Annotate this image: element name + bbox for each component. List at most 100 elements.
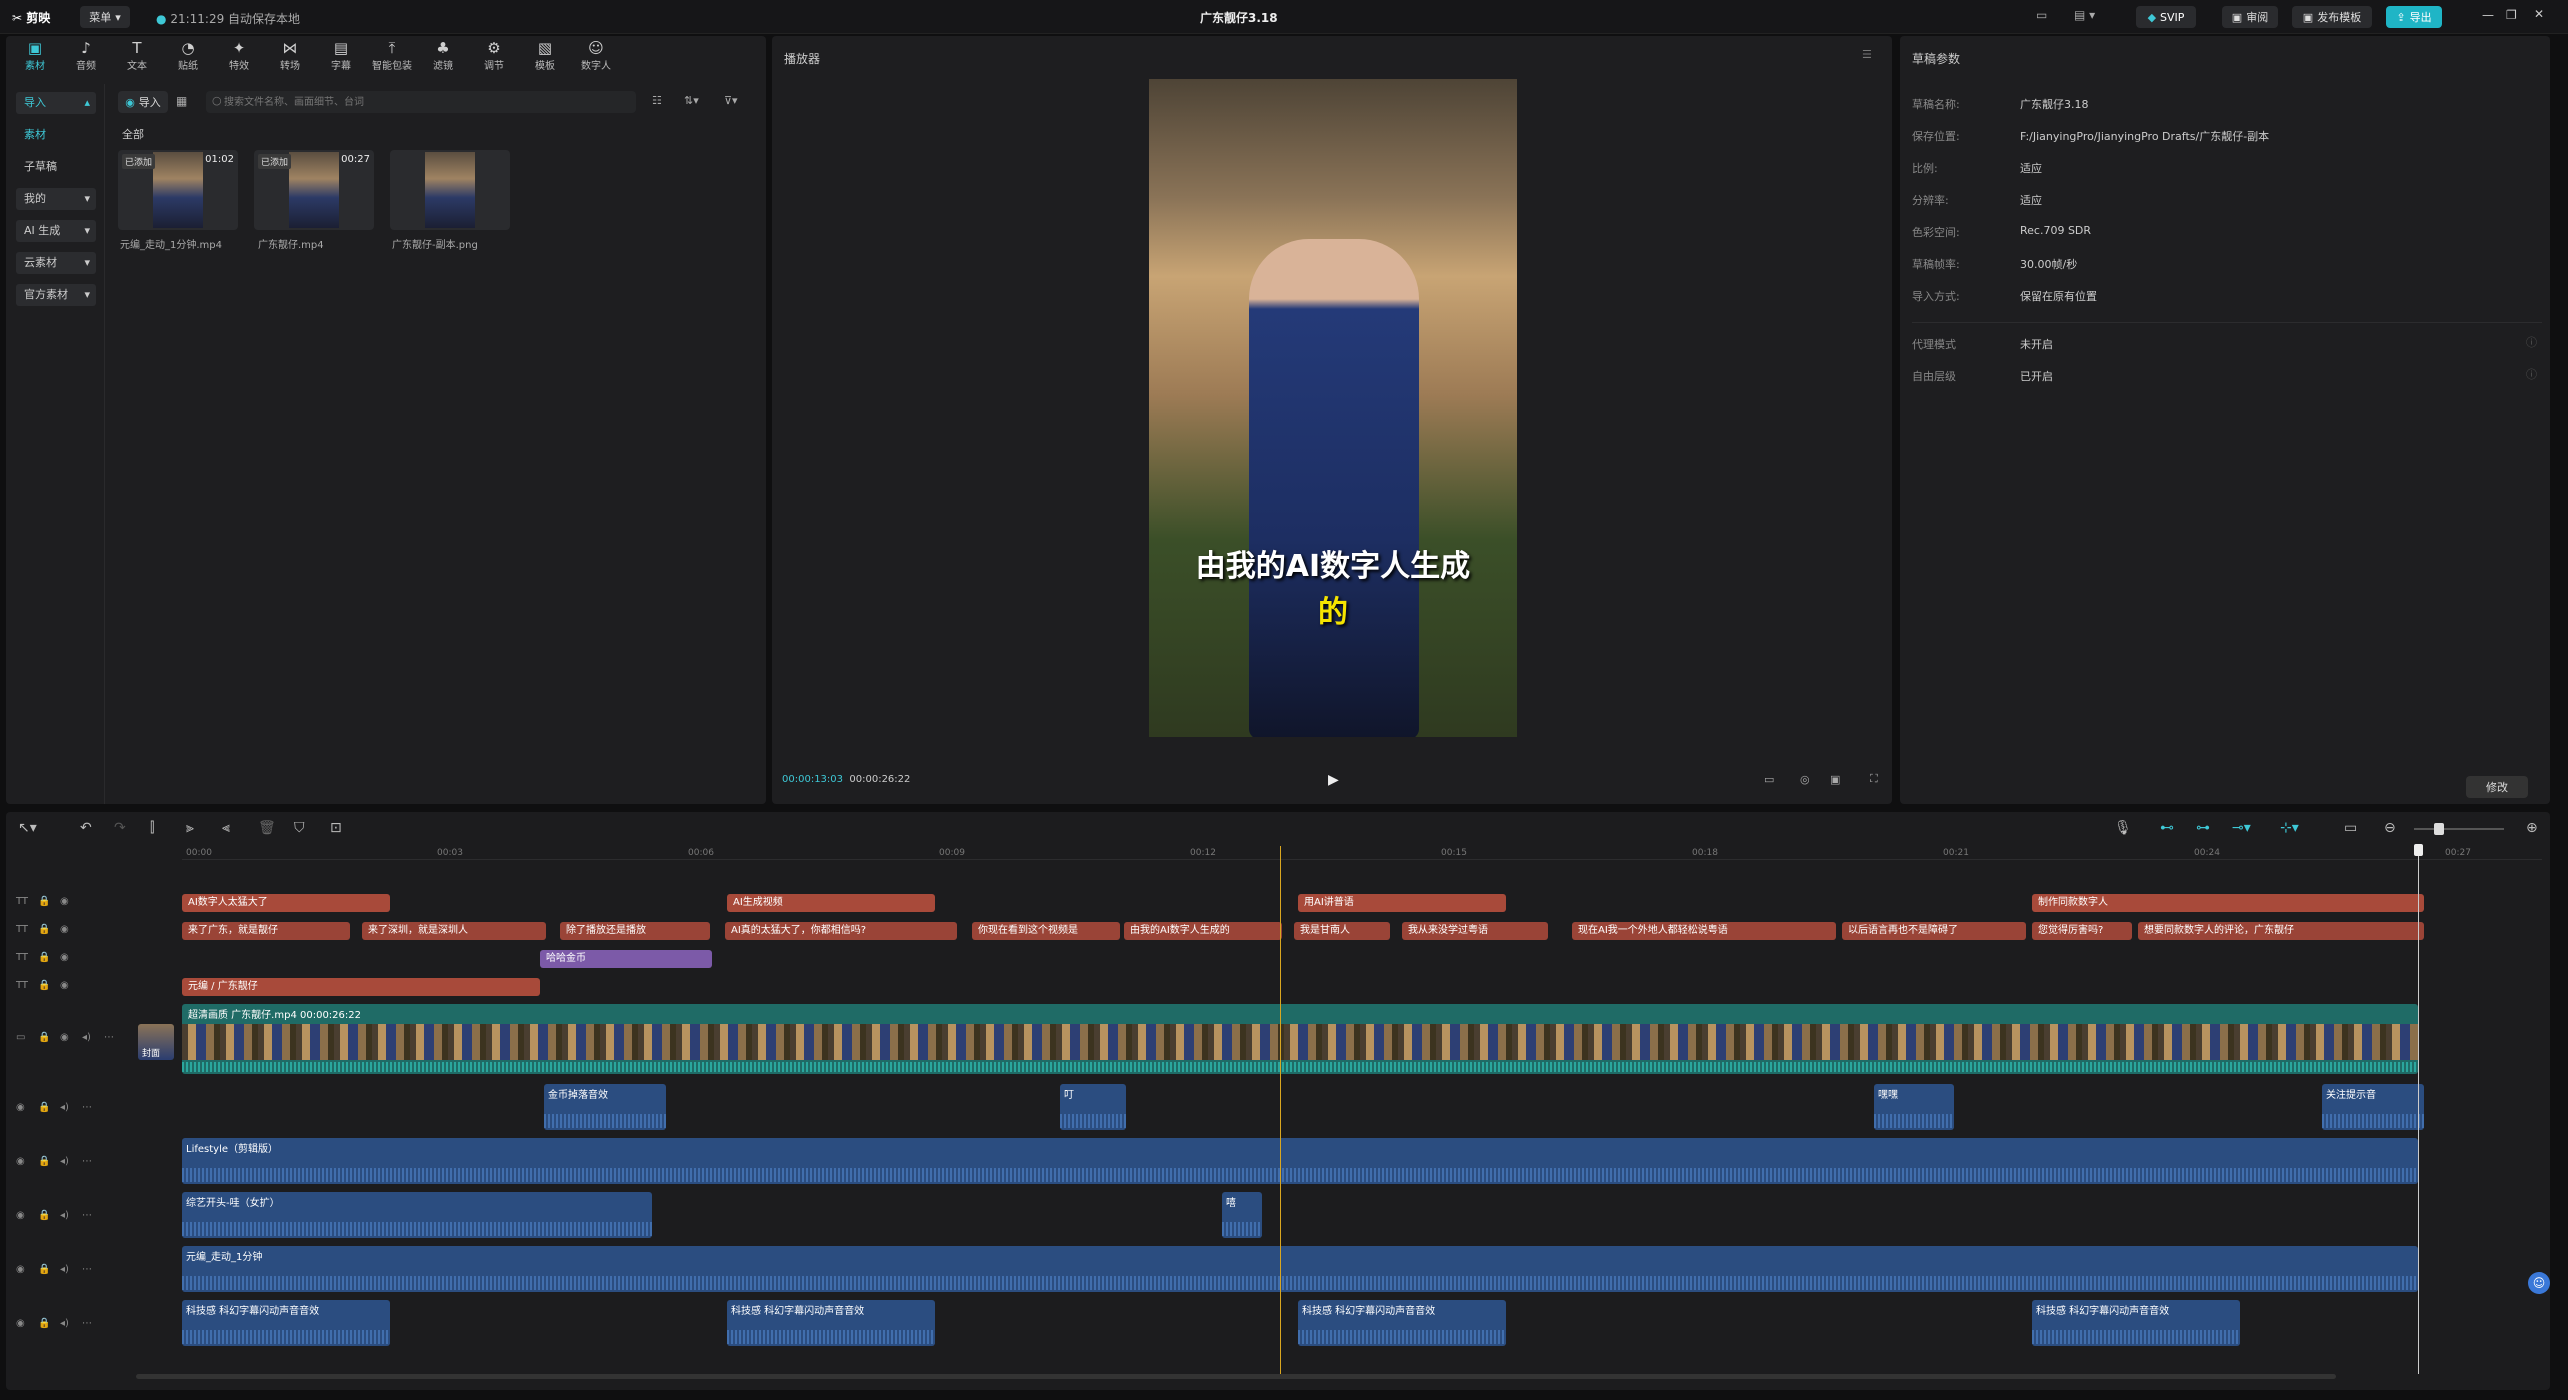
timeline-clip[interactable]: 制作同款数字人 — [2032, 894, 2424, 912]
zoom-slider[interactable] — [2414, 823, 2504, 835]
media-thumb-2[interactable]: 已添加 00:27 — [254, 150, 374, 230]
delete-icon[interactable]: 🗑 — [258, 820, 276, 836]
main-video-track[interactable]: 超清画质 广东靓仔.mp4 00:00:26:22 — [182, 1004, 2418, 1074]
audio-track-icon[interactable]: ◉ — [16, 1264, 25, 1275]
split-left-icon[interactable]: ⫸ — [186, 820, 194, 836]
audio-clip[interactable]: Lifestyle（剪辑版） — [182, 1138, 2418, 1184]
eye-icon[interactable]: ◉ — [60, 896, 69, 907]
quality-icon[interactable]: ▣ — [1830, 773, 1840, 786]
audio-clip[interactable]: 元编_走动_1分钟 — [182, 1246, 2418, 1292]
tool-digital-human[interactable]: ☺ 数字人 — [573, 38, 619, 74]
audio-clip[interactable]: 科技感 科幻字幕闪动声音音效 — [727, 1300, 935, 1346]
audio-track-icon[interactable]: ◉ — [16, 1102, 25, 1113]
tool-media[interactable]: ▣ 素材 — [12, 38, 58, 74]
tool-template[interactable]: ▧ 模板 — [522, 38, 568, 74]
audio-clip[interactable]: 关注提示音 — [2322, 1084, 2424, 1130]
timeline-clip[interactable]: AI生成视频 — [727, 894, 935, 912]
volume-icon[interactable]: ◂) — [60, 1210, 69, 1221]
sidebar-mine[interactable]: 我的 ▾ — [16, 188, 96, 210]
modify-button[interactable]: 修改 — [2466, 776, 2528, 798]
info-icon[interactable]: ⓘ — [2526, 366, 2537, 382]
text-track-icon[interactable]: TT — [16, 980, 28, 991]
review-button[interactable]: ▣ 审阅 — [2222, 6, 2278, 28]
export-button[interactable]: ⇪ 导出 — [2386, 6, 2442, 28]
end-marker-handle[interactable] — [2414, 844, 2423, 856]
zoom-in-icon[interactable]: ⊕ — [2526, 820, 2538, 836]
timeline-clip[interactable]: 我从来没学过粤语 — [1402, 922, 1548, 940]
filter-icon[interactable]: ⊽▾ — [724, 94, 738, 107]
split-icon[interactable]: ⫿ — [150, 820, 154, 836]
audio-clip[interactable]: 科技感 科幻字幕闪动声音音效 — [2032, 1300, 2240, 1346]
sidebar-import[interactable]: 导入 ▴ — [16, 92, 96, 114]
screenshot-icon[interactable]: ◎ — [1800, 773, 1810, 786]
volume-icon[interactable]: ◂) — [60, 1318, 69, 1329]
sidebar-media[interactable]: 素材 — [16, 124, 96, 146]
search-box[interactable]: ○ — [206, 91, 636, 113]
tool-text[interactable]: T 文本 — [114, 38, 160, 74]
volume-icon[interactable]: ◂) — [60, 1156, 69, 1167]
sidebar-ai-gen[interactable]: AI 生成 ▾ — [16, 220, 96, 242]
svip-button[interactable]: ◆ SVIP — [2136, 6, 2196, 28]
lock-icon[interactable]: 🔒 — [38, 1264, 50, 1275]
tool-transition[interactable]: ⋈ 转场 — [267, 38, 313, 74]
sidebar-cloud[interactable]: 云素材 ▾ — [16, 252, 96, 274]
sort-icon[interactable]: ⇅▾ — [684, 94, 699, 107]
sidebar-official[interactable]: 官方素材 ▾ — [16, 284, 96, 306]
audio-clip[interactable]: 叮 — [1060, 1084, 1126, 1130]
text-track-icon[interactable]: TT — [16, 896, 28, 907]
link-main-icon[interactable]: ⊷ — [2160, 820, 2174, 836]
volume-icon[interactable]: ◂) — [82, 1032, 91, 1043]
timeline-clip[interactable]: AI真的太猛大了，你都相信吗? — [725, 922, 957, 940]
more-icon[interactable]: ⋯ — [82, 1102, 92, 1113]
close-icon[interactable]: ✕ — [2534, 7, 2544, 21]
lock-icon[interactable]: 🔒 — [38, 980, 50, 991]
microphone-icon[interactable]: 🎙 — [2114, 820, 2132, 836]
zoom-slider-handle[interactable] — [2434, 823, 2444, 835]
timeline-clip[interactable]: 现在AI我一个外地人都轻松说粤语 — [1572, 922, 1836, 940]
more-icon[interactable]: ⋯ — [82, 1264, 92, 1275]
import-button[interactable]: ◉ 导入 — [118, 91, 168, 113]
timeline-scrollbar[interactable] — [136, 1374, 2336, 1379]
layout-mode-icon[interactable]: ▤ ▾ — [2074, 8, 2095, 22]
view-mode-icon[interactable]: ☷ — [652, 94, 662, 107]
timeline-clip[interactable]: 来了深圳，就是深圳人 — [362, 922, 546, 940]
zoom-out-icon[interactable]: ⊖ — [2384, 820, 2396, 836]
timeline-clip[interactable]: 来了广东，就是靓仔 — [182, 922, 350, 940]
tool-sticker[interactable]: ◔ 贴纸 — [165, 38, 211, 74]
lock-icon[interactable]: 🔒 — [38, 1032, 50, 1043]
link-audio-icon[interactable]: ⊶ — [2196, 820, 2210, 836]
eye-icon[interactable]: ◉ — [60, 952, 69, 963]
more-icon[interactable]: ⋯ — [82, 1318, 92, 1329]
video-track-icon[interactable]: ▭ — [16, 1032, 25, 1043]
shield-icon[interactable]: ⛉ — [294, 820, 305, 836]
crop-icon[interactable]: ⊡ — [330, 820, 342, 836]
tool-audio[interactable]: ♪ 音频 — [63, 38, 109, 74]
lock-icon[interactable]: 🔒 — [38, 1156, 50, 1167]
info-icon[interactable]: ⓘ — [2526, 334, 2537, 350]
text-track-icon[interactable]: TT — [16, 952, 28, 963]
audio-clip[interactable]: 金币掉落音效 — [544, 1084, 666, 1130]
audio-clip[interactable]: 嘻 — [1222, 1192, 1262, 1238]
timeline-clip[interactable]: 您觉得厉害吗? — [2032, 922, 2132, 940]
redo-icon[interactable]: ↷ — [114, 820, 126, 836]
menu-button[interactable]: 菜单 ▾ — [80, 6, 130, 28]
playhead[interactable] — [1280, 846, 1281, 1374]
cover-thumbnail[interactable]: 封面 — [138, 1024, 174, 1060]
lock-icon[interactable]: 🔒 — [38, 924, 50, 935]
volume-icon[interactable]: ◂) — [60, 1264, 69, 1275]
select-tool-icon[interactable]: ↖▾ — [18, 820, 37, 836]
assistant-icon[interactable]: ☺ — [2528, 1272, 2550, 1294]
tool-subtitle[interactable]: ▤ 字幕 — [318, 38, 364, 74]
lock-icon[interactable]: 🔒 — [38, 896, 50, 907]
tool-filter[interactable]: ♣ 滤镜 — [420, 38, 466, 74]
sidebar-subdraft[interactable]: 子草稿 — [16, 156, 96, 178]
minimize-icon[interactable]: — — [2482, 8, 2494, 22]
media-thumb-3[interactable] — [390, 150, 510, 230]
audio-track-icon[interactable]: ◉ — [16, 1318, 25, 1329]
tool-adjust[interactable]: ⚙ 调节 — [471, 38, 517, 74]
timeline-clip[interactable]: AI数字人太猛大了 — [182, 894, 390, 912]
ratio-icon[interactable]: ▭ — [1764, 773, 1774, 786]
audio-clip[interactable]: 科技感 科幻字幕闪动声音音效 — [1298, 1300, 1506, 1346]
snap-icon[interactable]: ⊹▾ — [2280, 820, 2299, 836]
volume-icon[interactable]: ◂) — [60, 1102, 69, 1113]
